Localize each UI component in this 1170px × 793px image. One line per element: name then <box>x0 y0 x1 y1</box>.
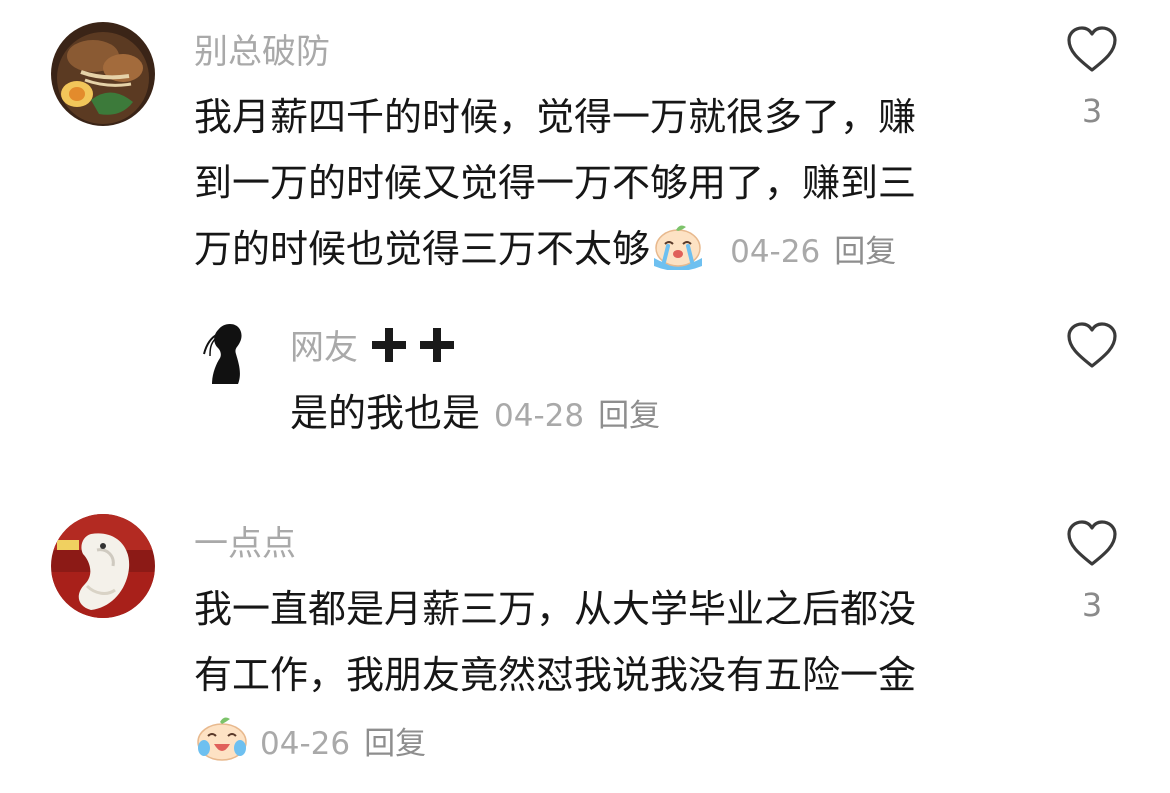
comment-text: 我一直都是月薪三万，从大学毕业之后都没 有工作，我朋友竟然怼我说我没有五险一金 … <box>194 576 1014 782</box>
plus-icon <box>372 328 406 371</box>
crying-face-emoji <box>650 222 706 290</box>
comment-date: 04-28 <box>494 398 585 434</box>
avatar[interactable] <box>51 514 155 618</box>
like-control <box>1062 322 1122 374</box>
comment-text: 我月薪四千的时候，觉得一万就很多了，赚 到一万的时候又觉得一万不够用了，赚到三 … <box>194 84 1014 290</box>
comment-line: 到一万的时候又觉得一万不够用了，赚到三 <box>194 161 917 205</box>
reply-button[interactable]: 回复 <box>364 726 426 762</box>
reply-button[interactable]: 回复 <box>598 398 660 434</box>
like-control: 3 <box>1062 26 1122 130</box>
username[interactable]: 别总破防 <box>194 32 330 72</box>
like-control: 3 <box>1062 520 1122 624</box>
comment-item: 一点点 我一直都是月薪三万，从大学毕业之后都没 有工作，我朋友竟然怼我说我没有五… <box>0 490 1170 793</box>
comment-line: 有工作，我朋友竟然怼我说我没有五险一金 <box>194 653 917 697</box>
comment-date: 04-26 <box>260 726 351 762</box>
crying-face-emoji <box>194 714 250 782</box>
comment-line-last: 04-26 回复 <box>194 708 1014 782</box>
avatar[interactable] <box>196 320 260 384</box>
comment-text: 是的我也是 04-28 回复 <box>290 380 660 449</box>
like-count: 3 <box>1081 586 1103 624</box>
reply-button[interactable]: 回复 <box>834 234 896 270</box>
heart-outline-icon[interactable] <box>1062 322 1122 374</box>
reply-item: 网友 是的我也是 04-28 回复 <box>0 290 1170 490</box>
comment-date: 04-26 <box>730 234 821 270</box>
like-count: 3 <box>1081 92 1103 130</box>
comment-item: 别总破防 我月薪四千的时候，觉得一万就很多了，赚 到一万的时候又觉得一万不够用了… <box>0 0 1170 290</box>
heart-outline-icon[interactable] <box>1062 26 1122 78</box>
username[interactable]: 一点点 <box>194 524 296 564</box>
username[interactable]: 网友 <box>290 328 358 368</box>
comment-line: 我一直都是月薪三万，从大学毕业之后都没 <box>194 587 917 631</box>
comment-line: 我月薪四千的时候，觉得一万就很多了，赚 <box>194 95 917 139</box>
comment-line: 是的我也是 <box>290 391 481 435</box>
comment-line-last: 万的时候也觉得三万不太够 04-26 回复 <box>194 216 1014 290</box>
heart-outline-icon[interactable] <box>1062 520 1122 572</box>
avatar[interactable] <box>51 22 155 126</box>
username-row: 网友 <box>290 328 454 371</box>
plus-icon <box>420 328 454 371</box>
comment-line: 万的时候也觉得三万不太够 <box>194 227 651 271</box>
